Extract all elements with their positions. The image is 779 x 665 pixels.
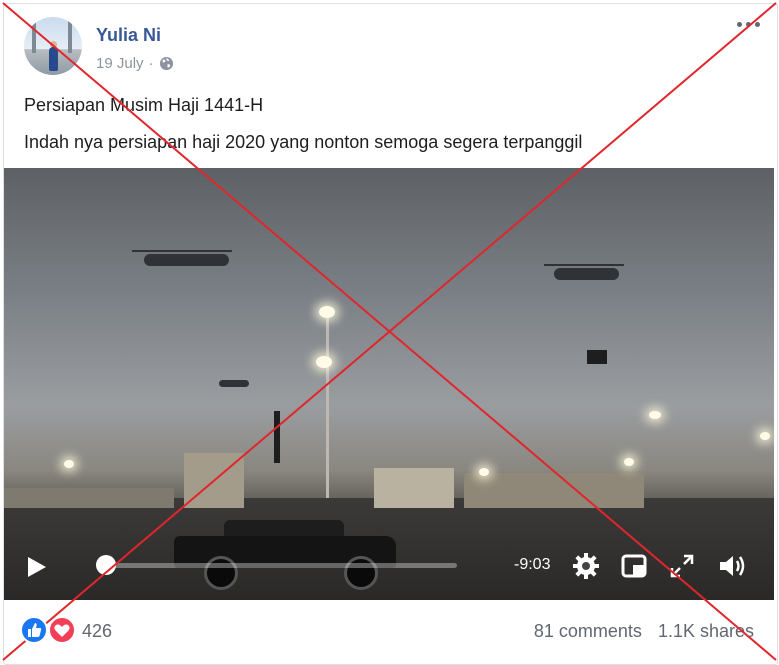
video-controls: -9:03 (4, 540, 774, 600)
globe-icon[interactable] (159, 56, 174, 71)
author-name[interactable]: Yulia Ni (96, 25, 161, 46)
comments-count[interactable]: 81 comments (534, 621, 642, 641)
post-date[interactable]: 19 July (96, 55, 144, 72)
like-icon[interactable] (20, 616, 48, 644)
post-footer: 426 81 comments 1.1K shares (20, 615, 760, 649)
play-icon[interactable] (28, 557, 46, 577)
progress-knob[interactable] (96, 555, 116, 575)
fullscreen-icon[interactable] (666, 550, 698, 582)
post-title-line: Persiapan Musim Haji 1441-H (24, 95, 264, 115)
progress-track[interactable] (101, 563, 457, 568)
post-body-line: Indah nya persiapan haji 2020 yang nonto… (24, 132, 583, 152)
pip-icon[interactable] (618, 550, 650, 582)
volume-icon[interactable] (716, 550, 748, 582)
settings-icon[interactable] (570, 550, 602, 582)
more-options-button[interactable] (737, 16, 765, 32)
time-remaining: -9:03 (514, 556, 551, 573)
reaction-count[interactable]: 426 (82, 621, 112, 642)
shares-count[interactable]: 1.1K shares (658, 621, 754, 641)
love-icon[interactable] (48, 616, 76, 644)
meta-separator: · (148, 55, 154, 72)
post-stats: 81 comments 1.1K shares (534, 621, 754, 642)
post-meta: 19 July · (96, 55, 174, 72)
avatar[interactable] (24, 17, 82, 75)
video-player[interactable] (4, 168, 774, 600)
